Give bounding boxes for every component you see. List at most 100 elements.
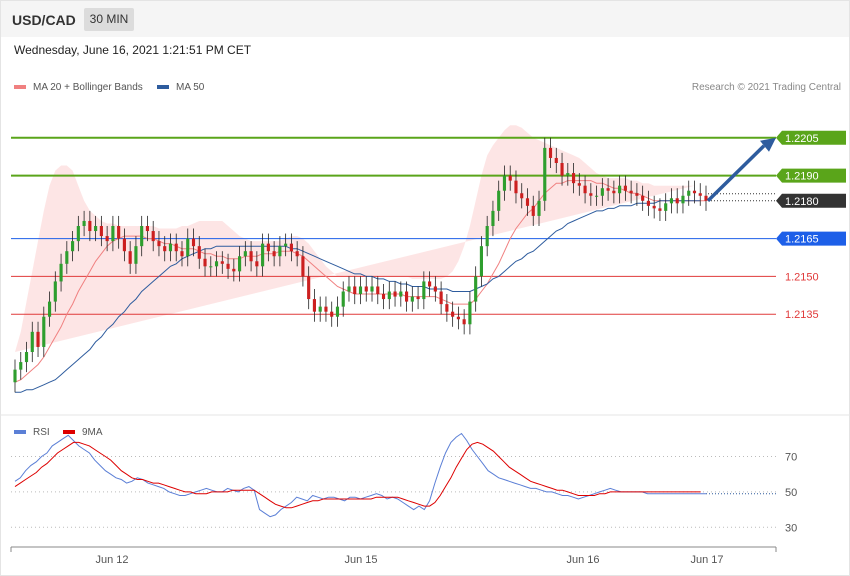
- candle-body: [226, 263, 230, 269]
- candle-body: [88, 220, 92, 232]
- candle-body: [318, 306, 322, 312]
- time-label-jun-12: Jun 12: [95, 554, 128, 566]
- level-label-1.2205: 1.2205: [785, 133, 819, 145]
- candle-body: [451, 311, 455, 317]
- candle-body: [698, 193, 702, 196]
- chart-canvas[interactable]: 1.2205 1.2190 1.2180 1.2165 1.2150 1.2135 70 5…: [0, 0, 850, 576]
- candle-body: [595, 195, 599, 197]
- candle-body: [140, 226, 144, 247]
- rsi-line: [14, 432, 706, 518]
- candle-body: [76, 226, 80, 242]
- candle-body: [387, 291, 391, 300]
- candle-body: [289, 243, 293, 252]
- candle-body: [618, 185, 622, 194]
- candle-body: [652, 205, 656, 209]
- candle-body: [203, 258, 207, 267]
- candle-body: [381, 294, 386, 300]
- candle-body: [186, 238, 190, 257]
- candle-body: [117, 226, 121, 239]
- candle-body: [232, 268, 236, 272]
- candle-body: [24, 352, 29, 363]
- candle-body: [612, 190, 616, 194]
- candle-body: [180, 251, 184, 257]
- candle-body: [456, 316, 460, 320]
- candle-body: [508, 175, 512, 181]
- candle-body: [353, 286, 357, 295]
- candle-body: [30, 331, 34, 352]
- rsi-tick-70: 70: [785, 452, 797, 464]
- candle-body: [404, 291, 409, 302]
- candle-body: [692, 190, 697, 194]
- candle-body: [105, 236, 109, 242]
- time-axis: Jun 12 Jun 15 Jun 16 Jun 17: [10, 546, 777, 566]
- level-label-1.2180: 1.2180: [785, 196, 819, 208]
- candle-body: [428, 281, 432, 287]
- candle-body: [554, 157, 558, 163]
- candle-body: [623, 185, 627, 191]
- candle-body: [284, 243, 288, 247]
- candle-body: [134, 246, 138, 264]
- candle-body: [99, 226, 103, 237]
- rsi-tick-50: 50: [785, 487, 797, 499]
- time-label-jun-17: Jun 17: [690, 554, 723, 566]
- candle-body: [163, 246, 167, 252]
- rsi-tick-30: 30: [785, 522, 797, 534]
- candle-body: [168, 243, 173, 252]
- candle-body: [36, 331, 40, 347]
- candle-body: [687, 190, 691, 196]
- candle-body: [341, 291, 345, 307]
- candle-body: [295, 251, 299, 257]
- candle-body: [272, 251, 276, 257]
- candle-body: [571, 173, 576, 184]
- level-label-1.2190: 1.2190: [785, 171, 819, 183]
- candle-body: [433, 286, 437, 292]
- candle-body: [462, 319, 466, 325]
- candle-body: [82, 220, 86, 226]
- candle-body: [543, 147, 547, 201]
- candle-body: [335, 306, 340, 317]
- candle-body: [566, 173, 570, 176]
- candle-body: [13, 369, 17, 383]
- candle-body: [485, 226, 489, 247]
- candle-body: [174, 243, 178, 252]
- rsi-panel: 70 50 30: [11, 432, 797, 534]
- candle-body: [675, 198, 679, 204]
- candle-body: [664, 203, 668, 211]
- time-label-jun-16: Jun 16: [566, 554, 599, 566]
- candle-body: [606, 188, 610, 191]
- candle-body: [491, 210, 495, 226]
- candle-body: [589, 193, 593, 196]
- candle-body: [514, 180, 518, 194]
- candle-body: [416, 296, 420, 300]
- candle-body: [71, 241, 75, 252]
- candle-body: [669, 198, 674, 204]
- candle-body: [502, 175, 507, 191]
- candle-body: [658, 208, 662, 211]
- candle-body: [479, 246, 483, 277]
- candle-body: [243, 251, 247, 257]
- candle-body: [301, 256, 305, 277]
- candle-body: [531, 205, 535, 216]
- candle-body: [191, 238, 196, 247]
- candle-body: [307, 276, 311, 300]
- candle-body: [548, 147, 553, 158]
- candle-body: [214, 261, 219, 267]
- candle-body: [157, 241, 161, 247]
- candle-body: [53, 281, 57, 302]
- candle-body: [520, 193, 524, 199]
- candle-body: [474, 276, 478, 302]
- candle-body: [646, 200, 650, 206]
- candle-body: [145, 226, 150, 232]
- candle-body: [47, 301, 52, 317]
- candle-body: [370, 286, 374, 292]
- candle-body: [255, 261, 259, 267]
- candle-body: [629, 190, 633, 194]
- candle-body: [278, 246, 282, 257]
- candle-body: [445, 304, 449, 312]
- candle-body: [42, 316, 46, 347]
- candle-body: [577, 183, 581, 186]
- candle-body: [399, 291, 403, 297]
- candle-body: [122, 238, 126, 252]
- candle-body: [128, 251, 132, 264]
- candle-body: [249, 251, 253, 262]
